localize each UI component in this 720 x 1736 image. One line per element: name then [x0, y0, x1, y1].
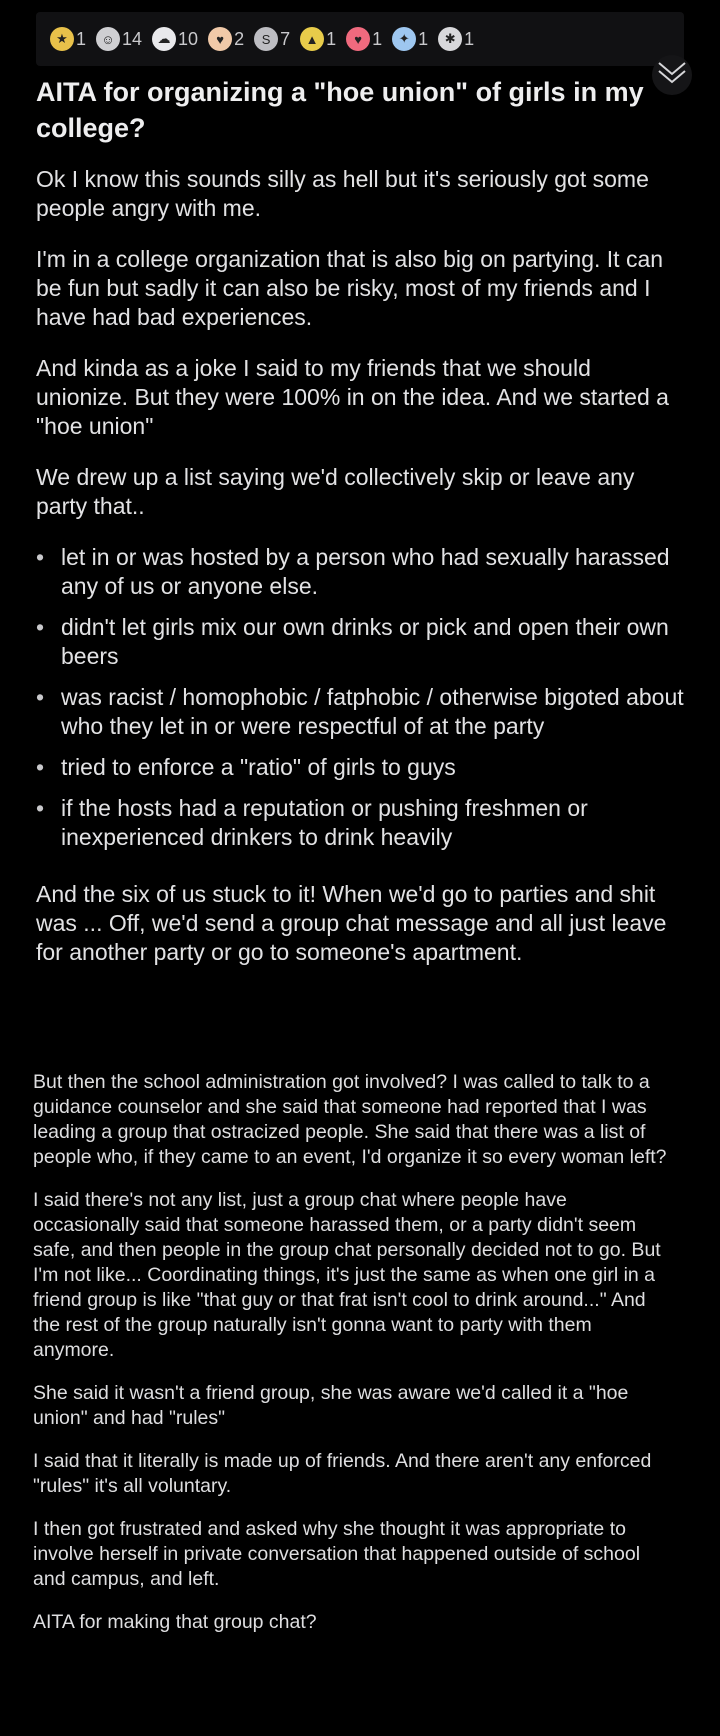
award-item[interactable]: S7 — [254, 27, 290, 51]
cloud-icon: ☁ — [152, 27, 177, 51]
shield-face-icon: ✦ — [392, 27, 417, 51]
award-count: 14 — [122, 28, 143, 49]
paragraph: And the six of us stuck to it! When we'd… — [36, 881, 667, 965]
paragraph: I said that it literally is made up of f… — [33, 1450, 652, 1497]
paragraph: I then got frustrated and asked why she … — [33, 1518, 641, 1590]
love-heart-icon: ♥ — [346, 27, 371, 51]
award-count: 1 — [372, 28, 383, 49]
paragraph: I'm in a college organization that is al… — [36, 246, 664, 330]
awards-bar[interactable]: ★ 1 ☺ 14 ☁ 10 ♥ 2 S 7 ▲ 1 ♥ 1 ✦ 1 ✱ 1 — [36, 12, 684, 66]
award-count: 7 — [280, 28, 291, 49]
award-count: 1 — [418, 28, 429, 49]
list-item: if the hosts had a reputation or pushing… — [36, 794, 686, 852]
post-title: AITA for organizing a "hoe union" of gir… — [36, 77, 644, 143]
award-item[interactable]: ♥ 2 — [208, 27, 244, 51]
award-count: 2 — [234, 28, 245, 49]
list-item: let in or was hosted by a person who had… — [36, 543, 686, 601]
award-count: 1 — [326, 28, 337, 49]
list-item: didn't let girls mix our own drinks or p… — [36, 613, 686, 671]
list-item: was racist / homophobic / fatphobic / ot… — [36, 683, 686, 741]
award-count: 10 — [178, 28, 199, 49]
post-body: Ok I know this sounds silly as hell but … — [36, 165, 686, 989]
paragraph: AITA for making that group chat? — [33, 1611, 317, 1633]
award-item[interactable]: ☺ 14 — [96, 27, 142, 51]
award-item[interactable]: ♥ 1 — [346, 27, 382, 51]
post-update: But then the school administration got i… — [33, 1070, 673, 1653]
list-item: tried to enforce a "ratio" of girls to g… — [36, 753, 686, 782]
crowd-icon: ✱ — [438, 27, 463, 51]
award-item[interactable]: ▲ 1 — [300, 27, 336, 51]
heart-hug-icon: ♥ — [208, 27, 233, 51]
rules-list: let in or was hosted by a person who had… — [36, 543, 686, 852]
award-item[interactable]: ✦ 1 — [392, 27, 428, 51]
paragraph: And kinda as a joke I said to my friends… — [36, 355, 669, 439]
award-item[interactable]: ★ 1 — [50, 27, 86, 51]
silver-coin-icon: S — [254, 27, 279, 51]
gold-medal-icon: ★ — [50, 27, 74, 51]
paragraph: I said there's not any list, just a grou… — [33, 1189, 661, 1361]
wholesome-icon: ☺ — [96, 27, 121, 51]
award-item[interactable]: ☁ 10 — [152, 27, 198, 51]
paragraph: But then the school administration got i… — [33, 1071, 667, 1168]
paragraph: We drew up a list saying we'd collective… — [36, 464, 635, 519]
award-count: 1 — [464, 28, 475, 49]
paragraph: Ok I know this sounds silly as hell but … — [36, 166, 649, 221]
award-item[interactable]: ✱ 1 — [438, 27, 474, 51]
paragraph: She said it wasn't a friend group, she w… — [33, 1382, 629, 1429]
award-count: 1 — [76, 28, 87, 49]
helmet-icon: ▲ — [300, 27, 325, 51]
